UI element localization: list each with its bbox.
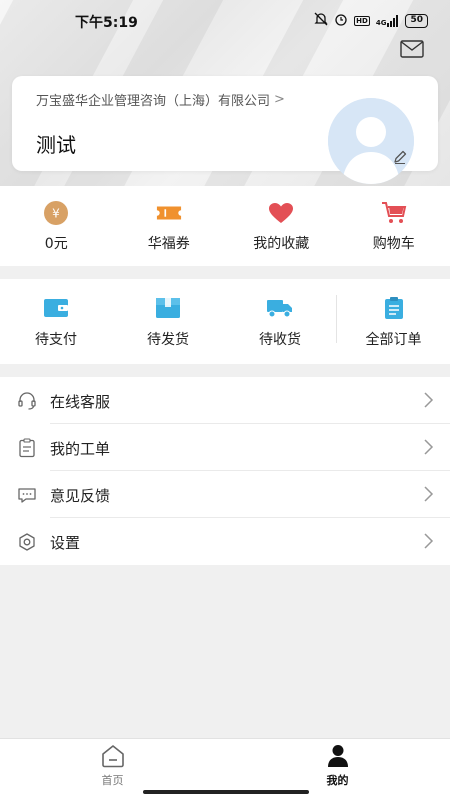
home-icon: [100, 744, 126, 768]
cart-label: 购物车: [372, 236, 415, 252]
box-icon: [154, 297, 182, 319]
menu-label-settings: 设置: [50, 534, 81, 552]
status-icons: HD 4G 50: [314, 12, 428, 30]
wallet-icon: [42, 297, 70, 319]
network-type-label: 4G: [375, 19, 387, 27]
settings-menu: 在线客服 我的工单 意见反馈 设置: [0, 377, 450, 565]
cart-icon: [381, 202, 407, 224]
menu-item-settings[interactable]: 设置: [0, 518, 450, 565]
chat-icon: [17, 485, 37, 505]
clipboard-list-icon: [17, 438, 37, 458]
orders-row: 待支付 待发货 待收货 全部订单: [0, 279, 450, 364]
nav-label-mine: 我的: [326, 774, 349, 787]
nav-label-home: 首页: [101, 774, 124, 787]
svg-text:¥: ¥: [52, 207, 60, 221]
mail-icon[interactable]: [400, 40, 424, 58]
mute-icon: [314, 12, 328, 30]
balance-item[interactable]: ¥ 0元: [0, 186, 113, 266]
hd-icon: HD: [354, 16, 370, 26]
company-chevron: >: [274, 92, 285, 107]
pending-receipt-label: 待收货: [259, 332, 301, 348]
menu-label-online-service: 在线客服: [50, 393, 111, 411]
profile-card[interactable]: 万宝盛华企业管理咨询（上海）有限公司 > 测试: [12, 76, 438, 184]
chevron-right-icon: [422, 438, 434, 456]
signal-icon: 4G: [376, 15, 400, 27]
balance-label: 0元: [44, 236, 68, 252]
yuan-coin-icon: ¥: [43, 201, 69, 225]
favorites-label: 我的收藏: [253, 236, 310, 252]
headset-icon: [17, 391, 37, 411]
alarm-icon: [334, 12, 348, 30]
status-bar: 下午5:19 HD 4G 50: [0, 0, 450, 40]
user-icon: [325, 744, 351, 768]
coupon-icon: [156, 202, 182, 224]
menu-item-feedback[interactable]: 意见反馈: [0, 471, 450, 518]
pencil-icon[interactable]: [392, 149, 408, 165]
all-orders-label: 全部订单: [365, 332, 422, 348]
menu-label-work-orders: 我的工单: [50, 440, 111, 458]
menu-item-online-service[interactable]: 在线客服: [0, 377, 450, 424]
pending-shipment-item[interactable]: 待发货: [112, 279, 224, 364]
coupon-item[interactable]: 华福券: [113, 186, 226, 266]
pending-receipt-item[interactable]: 待收货: [224, 279, 336, 364]
menu-label-feedback: 意见反馈: [50, 487, 111, 505]
status-time: 下午5:19: [75, 15, 138, 31]
chevron-right-icon: [422, 391, 434, 409]
all-orders-item[interactable]: 全部订单: [337, 279, 450, 364]
user-name: 测试: [36, 133, 76, 157]
pending-payment-label: 待支付: [35, 332, 77, 348]
cart-item[interactable]: 购物车: [338, 186, 450, 266]
coupon-label: 华福券: [147, 236, 190, 252]
company-link[interactable]: 万宝盛华企业管理咨询（上海）有限公司 >: [36, 90, 285, 109]
favorites-item[interactable]: 我的收藏: [225, 186, 338, 266]
pending-payment-item[interactable]: 待支付: [0, 279, 112, 364]
heart-icon: [268, 202, 294, 224]
company-name: 万宝盛华企业管理咨询（上海）有限公司: [36, 94, 271, 109]
home-indicator: [143, 790, 309, 794]
menu-item-work-orders[interactable]: 我的工单: [0, 424, 450, 471]
quick-access-row: ¥ 0元 华福券 我的收藏 购物车: [0, 186, 450, 266]
battery-icon: 50: [405, 14, 428, 28]
settings-icon: [17, 532, 37, 552]
clipboard-icon: [380, 297, 408, 319]
chevron-right-icon: [422, 485, 434, 503]
pending-shipment-label: 待发货: [147, 332, 189, 348]
avatar[interactable]: [328, 98, 414, 184]
truck-icon: [266, 297, 294, 319]
default-avatar-icon: [328, 98, 414, 184]
chevron-right-icon: [422, 532, 434, 550]
